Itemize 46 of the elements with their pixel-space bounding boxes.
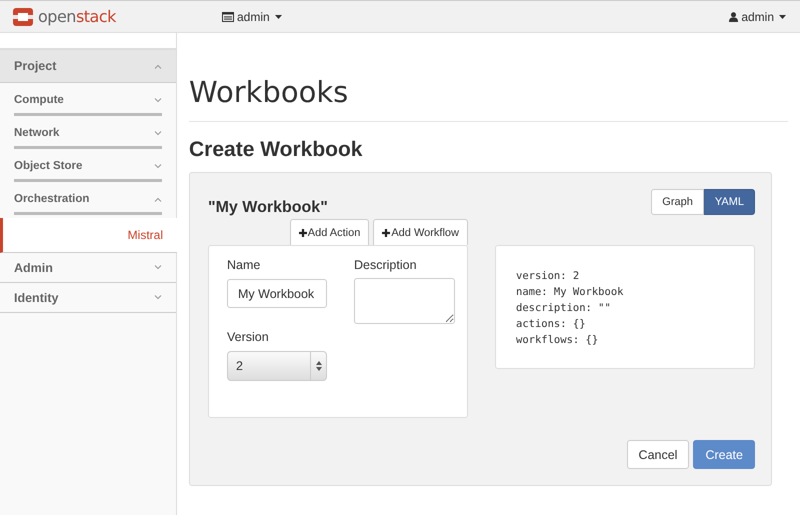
name-input[interactable]: My Workbook — [227, 279, 327, 308]
chevron-down-icon — [154, 265, 162, 270]
sidebar-group[interactable]: Network — [14, 116, 162, 149]
version-select[interactable]: 2 — [227, 351, 327, 381]
view-tab[interactable]: YAML — [704, 189, 755, 215]
chevron-up-icon — [154, 64, 162, 68]
sidebar-panel[interactable]: Project — [0, 50, 176, 83]
create-button[interactable]: Create — [693, 440, 755, 469]
sidebar-panel[interactable]: Admin — [0, 253, 176, 283]
form-title: Create Workbook — [189, 138, 364, 162]
cancel-button[interactable]: Cancel — [626, 440, 690, 469]
workbook-name: "My Workbook" — [208, 199, 328, 217]
sidebar-group[interactable]: Compute — [14, 83, 162, 116]
description-input[interactable] — [354, 278, 455, 324]
chevron-down-icon — [154, 164, 162, 168]
field-label: Version — [227, 330, 270, 344]
plus-icon — [298, 228, 307, 236]
openstack-logo-icon — [12, 6, 34, 26]
user-menu[interactable]: admin — [727, 8, 788, 26]
chevron-down-icon — [154, 295, 162, 300]
view-tab[interactable]: Graph — [651, 189, 704, 215]
code-line: workflows: {} — [516, 333, 598, 348]
sidebar-group[interactable]: Orchestration — [14, 182, 162, 215]
chevron-down-icon — [154, 130, 162, 136]
chevron-up-icon — [154, 196, 162, 202]
user-icon — [729, 12, 738, 22]
sidebar-item[interactable]: Mistral — [0, 218, 177, 253]
logo-text: openstack — [38, 7, 116, 26]
sidebar-panel[interactable]: Identity — [0, 283, 176, 313]
project-menu[interactable]: admin — [220, 8, 284, 26]
code-line: description: "" — [516, 301, 611, 316]
plus-icon — [382, 228, 390, 236]
server-icon — [222, 12, 234, 22]
add-button[interactable]: Add Action — [290, 219, 370, 245]
caret-icon — [274, 14, 282, 18]
sidebar-group[interactable]: Object Store — [14, 149, 162, 182]
caret-icon — [779, 14, 786, 18]
add-button[interactable]: Add Workflow — [373, 219, 468, 245]
field-label: Description — [354, 258, 418, 272]
chevron-down-icon — [154, 98, 162, 102]
spinner-arrows-icon — [316, 361, 322, 371]
code-line: actions: {} — [516, 317, 586, 332]
code-line: version: 2 — [516, 269, 580, 284]
page-title: Workbooks — [189, 75, 788, 122]
code-line: name: My Workbook — [516, 285, 624, 300]
field-label: Name — [227, 258, 262, 272]
